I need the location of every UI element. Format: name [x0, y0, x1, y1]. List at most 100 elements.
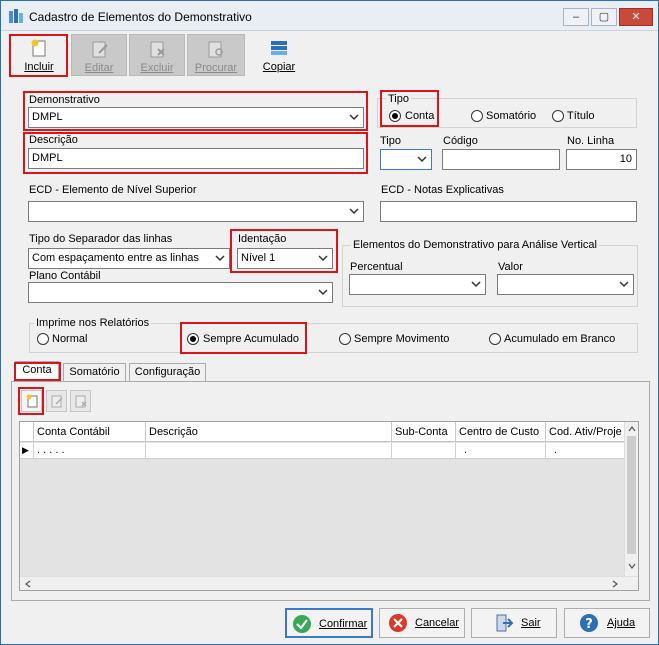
- new-document-icon: [26, 394, 38, 408]
- descricao-value: DMPL: [32, 152, 63, 164]
- descricao-input[interactable]: DMPL: [28, 148, 364, 169]
- copiar-button[interactable]: Copiar: [251, 34, 307, 76]
- maximize-button[interactable]: ▢: [591, 8, 617, 26]
- confirmar-button[interactable]: Confirmar: [285, 608, 373, 638]
- ajuda-button[interactable]: ? Ajuda: [564, 608, 650, 638]
- vertical-scrollbar[interactable]: [624, 422, 638, 577]
- radio-conta[interactable]: [389, 110, 401, 122]
- table-row[interactable]: ▶ . . . . . . .: [20, 443, 625, 459]
- chevron-down-icon: [318, 289, 328, 296]
- new-document-icon: [31, 39, 46, 57]
- codigo-input[interactable]: [442, 149, 560, 170]
- window-title: Cadastro de Elementos do Demonstrativo: [29, 10, 252, 24]
- codigo-label: Código: [443, 135, 478, 147]
- svg-text:?: ?: [585, 617, 593, 632]
- accounts-grid[interactable]: Conta Contábil Descrição Sub-Conta Centr…: [19, 421, 639, 591]
- scroll-up-icon: [628, 426, 636, 432]
- chevron-down-icon: [471, 281, 481, 288]
- nolinha-label: No. Linha: [567, 135, 615, 147]
- tipo-group-label: Tipo: [386, 93, 411, 105]
- radio-conta-label: Conta: [405, 110, 435, 122]
- editar-button[interactable]: Editar: [71, 34, 127, 76]
- identacao-label: Identação: [238, 233, 287, 245]
- tipo-label: Tipo: [380, 135, 401, 147]
- cell-cod-ativ[interactable]: .: [546, 443, 625, 459]
- title-bar: Cadastro de Elementos do Demonstrativo –…: [1, 1, 658, 31]
- analise-vertical-label: Elementos do Demonstrativo para Análise …: [351, 239, 599, 251]
- plano-label: Plano Contábil: [29, 270, 101, 282]
- sair-label: Sair: [521, 617, 541, 629]
- col-centro-custo[interactable]: Centro de Custo: [456, 422, 546, 442]
- ecd-superior-select[interactable]: [28, 201, 364, 222]
- grid-add-button[interactable]: [21, 390, 42, 412]
- cancelar-button[interactable]: Cancelar: [379, 608, 465, 638]
- percentual-select[interactable]: [349, 274, 486, 295]
- main-window: Cadastro de Elementos do Demonstrativo –…: [0, 0, 659, 645]
- col-cod-ativ[interactable]: Cod. Ativ/Proje: [546, 422, 625, 442]
- cell-conta-contabil[interactable]: . . . . .: [34, 443, 146, 459]
- grid-edit-button[interactable]: [46, 390, 67, 412]
- cell-sub-conta[interactable]: [392, 443, 456, 459]
- minimize-button[interactable]: –: [563, 8, 589, 26]
- copiar-label: Copiar: [262, 61, 296, 73]
- radio-somatorio[interactable]: [471, 110, 483, 122]
- copy-icon: [271, 41, 287, 55]
- procurar-label: Procurar: [194, 62, 238, 74]
- procurar-button[interactable]: Procurar: [187, 34, 245, 76]
- cell-centro-custo[interactable]: .: [456, 443, 546, 459]
- radio-acumulado-branco-label: Acumulado em Branco: [504, 333, 616, 345]
- incluir-label: Incluir: [24, 61, 54, 73]
- nolinha-input[interactable]: 10: [566, 149, 637, 170]
- sair-button[interactable]: Sair: [471, 608, 557, 638]
- chevron-down-icon: [349, 114, 359, 121]
- cell-descricao[interactable]: [146, 443, 392, 459]
- radio-acumulado-branco[interactable]: [489, 333, 501, 345]
- demonstrativo-select[interactable]: DMPL: [28, 107, 364, 128]
- nolinha-value: 10: [619, 153, 632, 165]
- chevron-down-icon: [318, 255, 328, 262]
- radio-titulo-label: Título: [567, 110, 595, 122]
- check-icon: [293, 615, 311, 633]
- horizontal-scrollbar[interactable]: [20, 576, 638, 590]
- separador-label: Tipo do Separador das linhas: [29, 233, 173, 245]
- scroll-left-icon: [25, 580, 31, 588]
- editar-label: Editar: [84, 62, 114, 74]
- grid-delete-button[interactable]: [70, 390, 91, 412]
- separador-select[interactable]: Com espaçamento entre as linhas: [28, 248, 230, 269]
- col-conta-contabil[interactable]: Conta Contábil: [34, 422, 146, 442]
- radio-sempre-movimento[interactable]: [339, 333, 351, 345]
- tab-conta[interactable]: Conta: [15, 361, 59, 381]
- tab-configuracao[interactable]: Configuração: [129, 363, 206, 381]
- grid-indicator-header: [20, 422, 34, 442]
- valor-select[interactable]: [497, 274, 634, 295]
- percentual-label: Percentual: [350, 261, 403, 273]
- chevron-down-icon: [215, 255, 225, 262]
- chevron-down-icon: [619, 281, 629, 288]
- identacao-select[interactable]: Nível 1: [237, 248, 333, 269]
- close-button[interactable]: ✕: [619, 8, 653, 26]
- radio-sempre-acumulado[interactable]: [187, 333, 199, 345]
- col-descricao[interactable]: Descrição: [146, 422, 392, 442]
- plano-select[interactable]: [28, 282, 333, 303]
- excluir-button[interactable]: Excluir: [129, 34, 185, 76]
- vertical-scroll-thumb[interactable]: [627, 436, 636, 554]
- scroll-right-icon: [612, 580, 618, 588]
- edit-icon: [51, 395, 63, 408]
- edit-icon: [92, 41, 108, 58]
- radio-titulo[interactable]: [552, 110, 564, 122]
- grid-header: Conta Contábil Descrição Sub-Conta Centr…: [20, 422, 625, 442]
- cancel-icon: [389, 614, 407, 632]
- incluir-button[interactable]: Incluir: [11, 34, 67, 76]
- search-icon: [208, 41, 223, 58]
- demonstrativo-label: Demonstrativo: [29, 94, 100, 106]
- tab-somatorio[interactable]: Somatório: [63, 363, 126, 381]
- imprime-label: Imprime nos Relatórios: [34, 317, 152, 329]
- radio-normal[interactable]: [37, 333, 49, 345]
- tipo-select[interactable]: [380, 149, 432, 170]
- row-indicator: ▶: [20, 443, 34, 459]
- identacao-value: Nível 1: [241, 252, 276, 264]
- col-sub-conta[interactable]: Sub-Conta: [392, 422, 456, 442]
- scroll-down-icon: [628, 563, 636, 569]
- demonstrativo-value: DMPL: [32, 111, 63, 123]
- ecd-notas-input[interactable]: [380, 201, 637, 222]
